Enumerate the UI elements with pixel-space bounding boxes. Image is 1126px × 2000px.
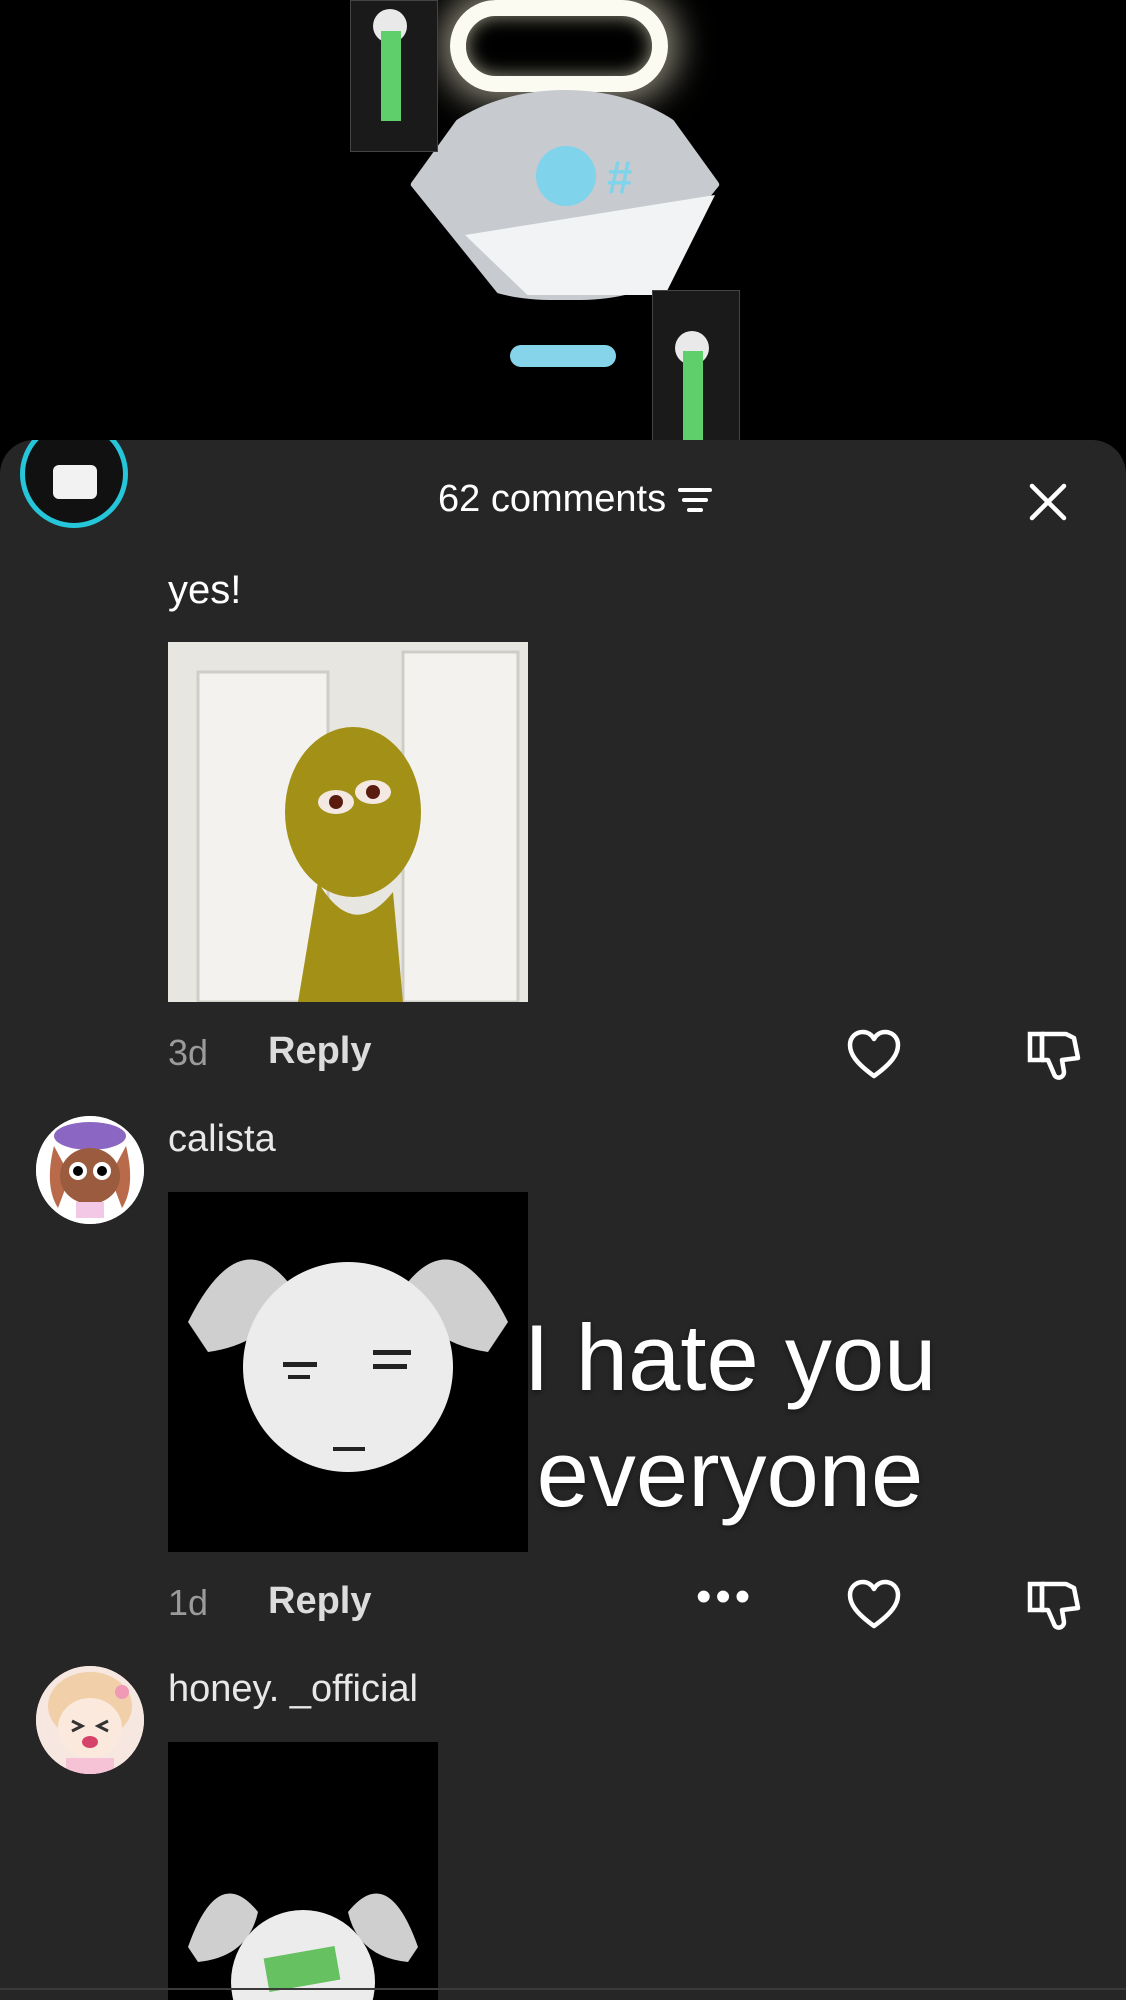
- comments-header: 62 comments: [0, 440, 1126, 560]
- comment-image[interactable]: [168, 1742, 438, 2000]
- heart-icon[interactable]: [846, 1578, 902, 1632]
- character-blue-dot: [536, 146, 596, 206]
- comment-time: 3d: [168, 1032, 209, 1073]
- comment-text: yes!: [168, 568, 242, 612]
- comments-count-title[interactable]: 62 comments: [438, 478, 713, 521]
- avatar-illustration: [36, 1116, 144, 1224]
- comments-count-label: 62 comments: [438, 478, 667, 520]
- thumbs-down-icon[interactable]: [1026, 1028, 1082, 1084]
- more-options-button[interactable]: •••: [696, 1572, 754, 1622]
- ring-light: [450, 0, 668, 92]
- comment-username[interactable]: calista: [168, 1118, 276, 1161]
- reply-button[interactable]: Reply: [268, 1580, 371, 1623]
- avatar[interactable]: [36, 1666, 144, 1774]
- reply-button[interactable]: Reply: [268, 1030, 371, 1073]
- comment-image-art: [168, 1742, 438, 2000]
- comment-time: 1d: [168, 1582, 209, 1623]
- mini-screenshot-bottom: [652, 290, 740, 442]
- cyan-bar: [510, 345, 616, 367]
- comment-image-art: [168, 642, 528, 1002]
- overlay-caption: I hate you everyone: [523, 1305, 937, 1526]
- heart-icon[interactable]: [846, 1028, 902, 1082]
- comments-sheet: 62 comments yes! 3d Reply calista 1d Rep…: [0, 440, 1126, 2000]
- sort-icon[interactable]: [678, 486, 713, 514]
- comment-image[interactable]: [168, 642, 528, 1002]
- character-mark: #: [607, 151, 633, 203]
- close-icon[interactable]: [1024, 478, 1072, 526]
- avatar-illustration: [36, 1666, 144, 1774]
- avatar[interactable]: [36, 1116, 144, 1224]
- thumbs-down-icon[interactable]: [1026, 1578, 1082, 1634]
- bottom-divider: [0, 1988, 1126, 1990]
- comment-username[interactable]: honey. _official: [168, 1668, 418, 1711]
- mini-screenshot-top: [350, 0, 438, 152]
- video-player[interactable]: #: [0, 0, 1126, 460]
